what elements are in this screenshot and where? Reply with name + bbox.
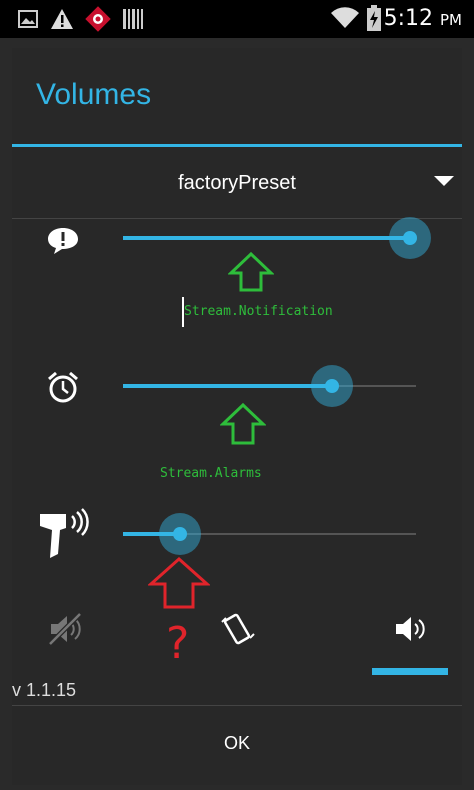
mute-icon[interactable] <box>48 612 84 646</box>
volumes-dialog: Volumes factoryPreset Stream.Notificatio… <box>12 48 462 785</box>
preset-divider <box>12 218 462 219</box>
alarm-volume-slider[interactable] <box>123 365 416 407</box>
alarm-volume-fill <box>123 384 332 388</box>
question-mark: ? <box>166 618 190 669</box>
annotation-up-arrow-red <box>148 556 210 609</box>
barcode-icon <box>123 9 143 29</box>
clock-ampm: PM <box>440 11 462 29</box>
notification-volume-slider[interactable] <box>123 217 431 259</box>
wifi-icon <box>331 7 359 29</box>
clock: 5:12 PM <box>384 6 462 31</box>
annotation-up-arrow-green <box>228 251 274 292</box>
annotation-up-arrow-green-2 <box>220 402 266 445</box>
battery-charging-icon <box>367 5 381 31</box>
dropdown-arrow-icon <box>434 176 454 186</box>
ok-button[interactable]: OK <box>12 705 462 785</box>
selected-mode-indicator <box>372 668 448 675</box>
notification-stream-label: Stream.Notification <box>184 304 333 319</box>
warning-icon <box>51 9 73 29</box>
dialog-title: Volumes <box>36 78 152 111</box>
notification-icon <box>48 228 78 254</box>
alert-app-icon <box>85 6 111 32</box>
sound-on-icon[interactable] <box>394 614 428 644</box>
gallery-icon <box>18 10 38 28</box>
scanner-beep-icon <box>40 508 89 558</box>
alarm-stream-label: Stream.Alarms <box>160 466 262 481</box>
alarm-clock-icon <box>48 371 78 403</box>
vibrate-icon[interactable] <box>218 610 258 650</box>
preset-dropdown-value: factoryPreset <box>178 172 296 194</box>
version-label: v 1.1.15 <box>12 680 77 700</box>
preset-dropdown[interactable]: factoryPreset <box>12 158 462 218</box>
title-divider <box>12 144 462 147</box>
clock-time: 5:12 <box>383 6 433 31</box>
notification-volume-fill <box>123 236 410 240</box>
status-bar: 5:12 PM <box>0 0 474 38</box>
scanner-volume-slider[interactable] <box>123 513 416 555</box>
